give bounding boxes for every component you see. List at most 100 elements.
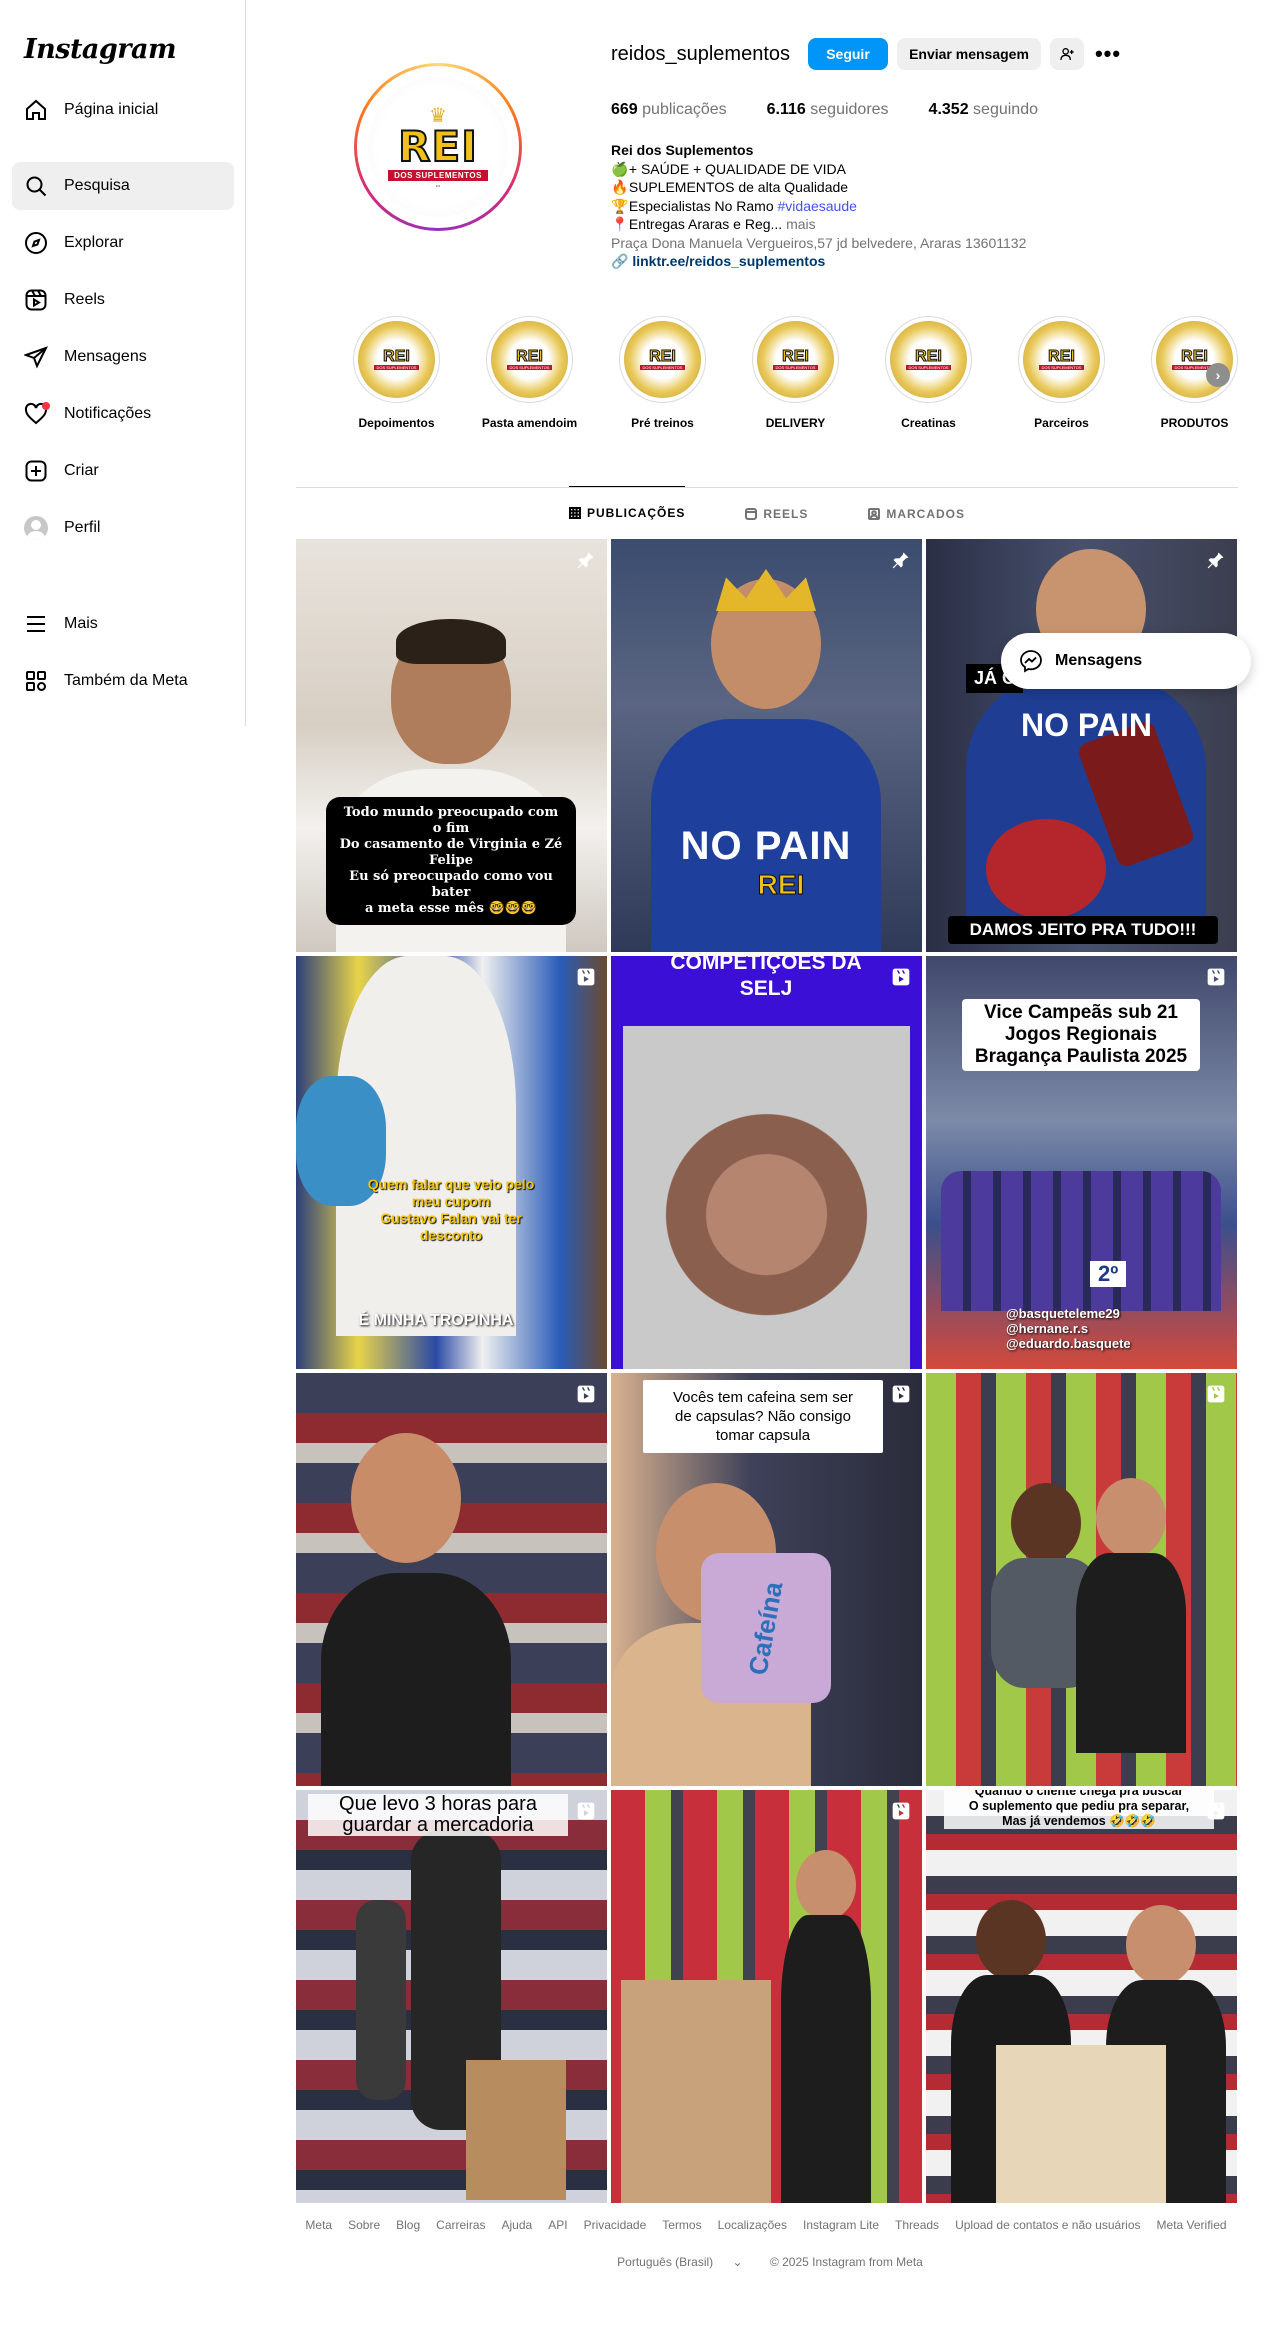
highlight-item[interactable]: REI DOS SUPLEMENTOS Parceiros: [995, 316, 1128, 430]
sidebar-item-home[interactable]: Página inicial: [12, 86, 234, 134]
profile-tabs: PUBLICAÇÕES REELS MARCADOS: [296, 486, 1238, 539]
sidebar-item-messages[interactable]: Mensagens: [12, 333, 234, 381]
sidebar-item-label: Reels: [64, 291, 105, 308]
post-tile[interactable]: Vice Campeãs sub 21 Jogos Regionais Brag…: [926, 956, 1237, 1369]
language-selector[interactable]: Português (Brasil) ⌄: [609, 2255, 750, 2269]
story-highlights: REI DOS SUPLEMENTOS Depoimentos REI DOS SUP…: [330, 316, 1261, 430]
tab-reels[interactable]: REELS: [745, 487, 808, 539]
post-tile[interactable]: Todo mundo preocupado com o fim Do casam…: [296, 539, 607, 952]
profile-link[interactable]: linktr.ee/reidos_suplementos: [632, 253, 825, 269]
pin-icon: [1205, 549, 1227, 571]
post-question-note: Vocês tem cafeina sem ser de capsulas? N…: [643, 1380, 883, 1453]
link-icon: 🔗: [611, 253, 629, 269]
sidebar-item-label: Página inicial: [64, 101, 159, 118]
sidebar-item-label: Também da Meta: [64, 672, 188, 689]
sidebar-item-explore[interactable]: Explorar: [12, 219, 234, 267]
highlight-item[interactable]: REI DOS SUPLEMENTOS Pasta amendoim: [463, 316, 596, 430]
follow-button[interactable]: Seguir: [808, 38, 888, 70]
following-count[interactable]: 4.352 seguindo: [929, 101, 1038, 119]
post-tile[interactable]: Que levo 3 horas para guardar a mercador…: [296, 1790, 607, 2203]
post-tile[interactable]: [611, 1790, 922, 2203]
profile-address[interactable]: Praça Dona Manuela Vergueiros,57 jd belv…: [611, 234, 1081, 253]
footer-link[interactable]: API: [548, 2218, 567, 2232]
highlight-label: PRODUTOS: [1160, 416, 1229, 430]
profile-picture[interactable]: ♛ REI DOS SUPLEMENTOS •••: [354, 63, 522, 231]
highlight-item[interactable]: REI DOS SUPLEMENTOS PRODUTOS: [1128, 316, 1261, 430]
home-icon: [24, 98, 48, 122]
footer-link[interactable]: Upload de contatos e não usuários: [955, 2218, 1140, 2232]
highlights-next-button[interactable]: ›: [1206, 363, 1230, 387]
post-caption: Quando o cliente chega pra buscar O supl…: [944, 1790, 1214, 1829]
post-tile[interactable]: NO PAIN REI: [611, 539, 922, 952]
footer-link[interactable]: Termos: [662, 2218, 701, 2232]
sidebar-item-search[interactable]: Pesquisa: [12, 162, 234, 210]
footer-link[interactable]: Meta Verified: [1157, 2218, 1227, 2232]
profile-bio: Rei dos Suplementos 🍏 + SAÚDE + QUALIDAD…: [611, 141, 1081, 271]
tab-tagged[interactable]: MARCADOS: [868, 487, 965, 539]
highlight-item[interactable]: REI DOS SUPLEMENTOS Depoimentos: [330, 316, 463, 430]
tab-posts[interactable]: PUBLICAÇÕES: [568, 486, 686, 538]
footer-link[interactable]: Threads: [895, 2218, 939, 2232]
highlight-cover: REI DOS SUPLEMENTOS: [491, 321, 568, 398]
instagram-logo[interactable]: Instagram: [24, 34, 177, 65]
post-tile[interactable]: [296, 1373, 607, 1786]
post-tile[interactable]: Cafeína Vocês tem cafeina sem ser de cap…: [611, 1373, 922, 1786]
followers-count[interactable]: 6.116 seguidores: [767, 101, 889, 119]
sidebar-item-notifications[interactable]: Notificações: [12, 390, 234, 438]
footer-link[interactable]: Meta: [305, 2218, 332, 2232]
post-caption: Vice Campeãs sub 21 Jogos Regionais Brag…: [962, 999, 1200, 1071]
send-message-button[interactable]: Enviar mensagem: [897, 38, 1041, 70]
sidebar-item-profile[interactable]: Perfil: [12, 504, 234, 552]
sidebar-item-reels[interactable]: Reels: [12, 276, 234, 324]
post-place: 2º: [1090, 1261, 1127, 1287]
sidebar-item-label: Explorar: [64, 234, 124, 251]
footer-link[interactable]: Carreiras: [436, 2218, 485, 2232]
posts-grid: Todo mundo preocupado com o fim Do casam…: [296, 539, 1237, 2203]
bio-more-link[interactable]: mais: [786, 216, 816, 232]
highlight-item[interactable]: REI DOS SUPLEMENTOS Creatinas: [862, 316, 995, 430]
highlight-label: Depoimentos: [358, 416, 435, 430]
sidebar-item-create[interactable]: Criar: [12, 447, 234, 495]
post-tile[interactable]: JÁ C NO PAIN DAMOS JEITO PRA TUDO!!!: [926, 539, 1237, 952]
footer-link[interactable]: Ajuda: [502, 2218, 533, 2232]
post-shirt-text: NO PAIN: [680, 824, 852, 868]
post-caption-bottom: É MINHA TROPINHA: [358, 1312, 514, 1329]
reel-icon: [575, 966, 597, 988]
highlight-item[interactable]: REI DOS SUPLEMENTOS DELIVERY: [729, 316, 862, 430]
product-label: Cafeína: [742, 1579, 789, 1677]
grid-icon: [568, 506, 581, 519]
sidebar-item-also-from-meta[interactable]: Também da Meta: [12, 657, 234, 705]
post-caption: DAMOS JEITO PRA TUDO!!!: [948, 916, 1218, 944]
notification-dot: [42, 402, 50, 410]
highlight-label: Parceiros: [1034, 416, 1089, 430]
post-tile[interactable]: [926, 1373, 1237, 1786]
suggested-users-button[interactable]: [1050, 38, 1084, 70]
reels-icon: [24, 288, 48, 312]
footer-link[interactable]: Sobre: [348, 2218, 380, 2232]
footer-link[interactable]: Privacidade: [584, 2218, 647, 2232]
messages-floating-button[interactable]: Mensagens: [1001, 633, 1251, 689]
more-options-icon[interactable]: •••: [1095, 40, 1121, 68]
footer-link[interactable]: Localizações: [718, 2218, 787, 2232]
footer-link[interactable]: Instagram Lite: [803, 2218, 879, 2232]
send-icon: [24, 345, 48, 369]
add-person-icon: [1060, 48, 1074, 61]
post-tags: @basqueteleme29 @hernane.r.s @eduardo.ba…: [1006, 1306, 1131, 1351]
hashtag-link[interactable]: #vidaesaude: [778, 198, 857, 214]
post-logo: REI: [757, 869, 805, 901]
sidebar-item-label: Perfil: [64, 519, 101, 536]
footer-links: Meta Sobre Blog Carreiras Ajuda API Priv…: [296, 2218, 1236, 2232]
post-tile[interactable]: COMPETIÇÕES DA SELJ: [611, 956, 922, 1369]
messenger-icon: [1020, 650, 1042, 673]
posts-count: 669 publicações: [611, 101, 727, 118]
sidebar-item-more[interactable]: Mais: [12, 600, 234, 648]
sidebar-item-label: Pesquisa: [64, 177, 130, 194]
highlight-label: Pré treinos: [631, 416, 694, 430]
highlight-item[interactable]: REI DOS SUPLEMENTOS Pré treinos: [596, 316, 729, 430]
post-tile[interactable]: Quando o cliente chega pra buscar O supl…: [926, 1790, 1237, 2203]
reel-icon: [1205, 966, 1227, 988]
sidebar-item-label: Mensagens: [64, 348, 147, 365]
highlight-cover: REI DOS SUPLEMENTOS: [358, 321, 435, 398]
post-tile[interactable]: Quem falar que veio pelo meu cupom Gusta…: [296, 956, 607, 1369]
footer-link[interactable]: Blog: [396, 2218, 420, 2232]
